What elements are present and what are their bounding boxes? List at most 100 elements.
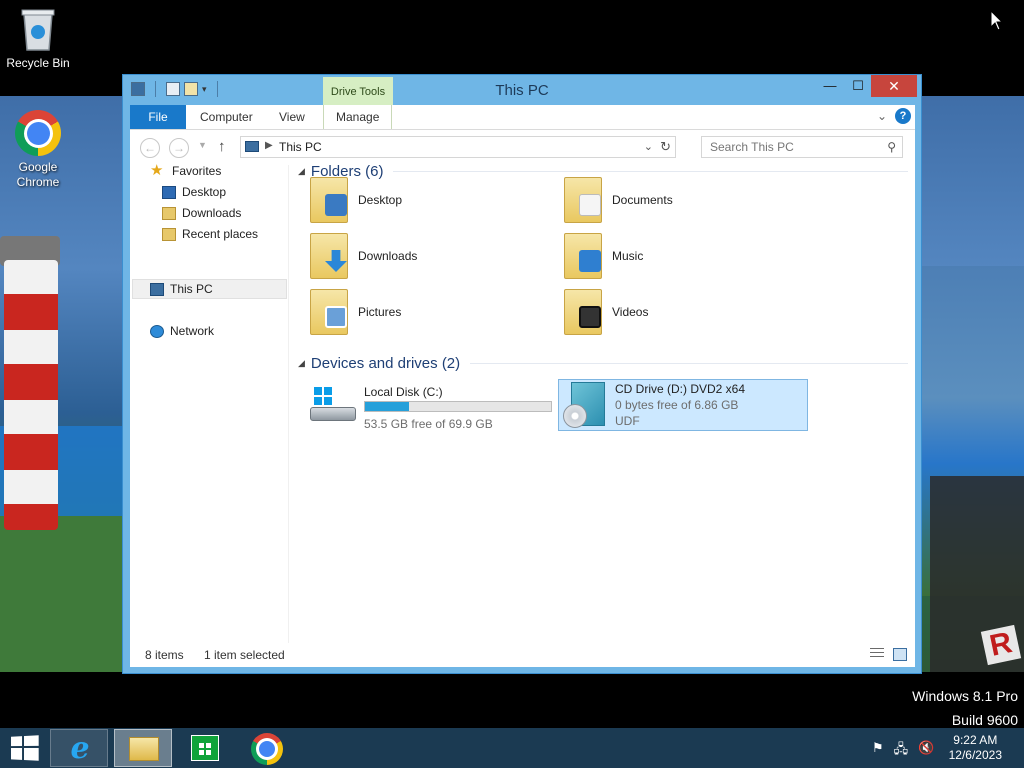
ribbon-tabs: File Computer View Manage ⌄ ? — [130, 105, 915, 129]
expand-ribbon-icon[interactable]: ⌄ — [877, 109, 887, 123]
maximize-button[interactable]: ☐ — [845, 75, 871, 97]
navigation-bar: ← → ▼ ↑ ▶ This PC ⌄ ↻ Search This PC ⚲ — [130, 129, 915, 165]
wallpaper-land — [0, 516, 124, 672]
collapse-triangle-icon[interactable]: ◢ — [298, 358, 305, 369]
drive-item-c[interactable]: Local Disk (C:) 53.5 GB free of 69.9 GB — [304, 379, 554, 431]
cd-drive-icon — [563, 382, 607, 428]
pc-icon — [245, 141, 259, 152]
start-button[interactable] — [11, 735, 39, 761]
drive-usage-bar — [364, 401, 552, 412]
taskbar-chrome[interactable] — [238, 729, 296, 767]
downloads-icon — [162, 206, 176, 220]
pane-divider[interactable] — [288, 165, 289, 643]
folder-item-downloads[interactable]: Downloads — [310, 231, 417, 281]
desktop-icon-chrome[interactable]: Google Chrome — [0, 110, 76, 190]
sidebar-item-recent-places[interactable]: Recent places — [162, 224, 258, 244]
mouse-cursor-icon — [990, 10, 1004, 31]
explorer-window[interactable]: ▾ Drive Tools This PC — ☐ ✕ File Compute… — [122, 74, 922, 674]
chrome-icon — [251, 733, 283, 765]
refresh-icon[interactable]: ↻ — [660, 139, 671, 155]
pc-icon — [150, 282, 164, 296]
details-view-icon[interactable] — [870, 648, 884, 660]
taskbar-file-explorer[interactable] — [114, 729, 172, 767]
network-status-icon[interactable]: 🖧 — [894, 740, 909, 762]
sidebar-item-network[interactable]: Network — [150, 321, 214, 341]
sidebar-item-favorites[interactable]: ★ Favorites — [150, 161, 221, 181]
back-button[interactable]: ← — [140, 138, 160, 158]
tiles-view-icon[interactable] — [893, 648, 907, 661]
desktop-folder-icon — [310, 177, 348, 223]
store-icon — [191, 735, 219, 761]
properties-icon[interactable] — [166, 82, 180, 96]
tab-computer[interactable]: Computer — [188, 105, 265, 129]
desktop-icon — [162, 185, 176, 199]
tab-view[interactable]: View — [267, 105, 317, 129]
selection-count: 1 item selected — [204, 648, 285, 662]
pictures-folder-icon — [310, 289, 348, 335]
watermark-edition: Windows 8.1 Pro — [912, 688, 1018, 704]
clock[interactable]: 9:22 AM 12/6/2023 — [949, 733, 1002, 763]
drive-item-d[interactable]: CD Drive (D:) DVD2 x64 0 bytes free of 6… — [558, 379, 808, 431]
qat-customize-icon[interactable]: ▾ — [202, 84, 207, 95]
drive-name: CD Drive (D:) DVD2 x64 — [615, 382, 746, 396]
folder-item-music[interactable]: Music — [564, 231, 643, 281]
address-dropdown-icon[interactable]: ⌄ — [644, 140, 653, 153]
tab-file[interactable]: File — [130, 105, 186, 129]
content-area: ★ Favorites Desktop Downloads Recent pla… — [130, 163, 915, 643]
folder-label: Downloads — [358, 249, 418, 263]
breadcrumb-chevron-icon[interactable]: ▶ — [265, 140, 273, 151]
group-header-devices[interactable]: ◢ Devices and drives (2) — [298, 355, 908, 372]
new-folder-icon[interactable] — [184, 82, 198, 96]
action-center-flag-icon[interactable]: ⚑ — [872, 740, 884, 762]
sidebar-item-label: Recent places — [182, 227, 259, 241]
sidebar-item-label: Network — [170, 324, 215, 338]
recent-locations-chevron-icon[interactable]: ▼ — [198, 140, 207, 150]
folder-label: Documents — [612, 193, 673, 207]
collapse-triangle-icon[interactable]: ◢ — [298, 166, 305, 177]
taskbar-internet-explorer[interactable]: e — [50, 729, 108, 767]
drive-filesystem: UDF — [615, 414, 640, 428]
sidebar-item-label: Favorites — [172, 164, 222, 178]
drive-usage-fill — [365, 402, 409, 411]
group-divider — [470, 363, 908, 364]
pc-icon[interactable] — [131, 82, 145, 96]
volume-muted-icon[interactable]: 🔇 — [918, 740, 934, 762]
sidebar-item-this-pc[interactable]: This PC — [150, 279, 213, 299]
network-icon — [150, 324, 164, 338]
title-bar[interactable]: ▾ Drive Tools This PC — ☐ ✕ — [123, 75, 921, 105]
minimize-button[interactable]: — — [817, 75, 843, 97]
hard-drive-icon — [310, 387, 356, 423]
search-input[interactable]: Search This PC ⚲ — [701, 136, 903, 158]
qat-separator — [216, 81, 218, 97]
ribbon-right-controls: ⌄ ? — [877, 108, 911, 124]
help-icon[interactable]: ? — [895, 108, 911, 124]
videos-folder-icon — [564, 289, 602, 335]
tab-manage[interactable]: Manage — [323, 105, 393, 129]
drive-free-space: 0 bytes free of 6.86 GB — [615, 398, 739, 412]
search-icon[interactable]: ⚲ — [887, 140, 896, 154]
clock-date: 12/6/2023 — [948, 748, 1002, 762]
sidebar-item-downloads[interactable]: Downloads — [162, 203, 241, 223]
downloads-folder-icon — [310, 233, 348, 279]
up-button[interactable]: ↑ — [218, 138, 226, 155]
folder-item-desktop[interactable]: Desktop — [310, 175, 402, 225]
item-count: 8 items — [145, 648, 184, 662]
recycle-bin-icon — [20, 6, 56, 52]
taskbar-store[interactable] — [176, 729, 234, 767]
drive-tools-context-tab[interactable]: Drive Tools — [323, 77, 393, 105]
sidebar-item-label: Desktop — [182, 185, 227, 199]
close-button[interactable]: ✕ — [871, 75, 917, 97]
desktop-icon-recycle-bin[interactable]: Recycle Bin — [0, 6, 76, 71]
folder-item-videos[interactable]: Videos — [564, 287, 648, 337]
internet-explorer-icon: e — [70, 731, 90, 766]
taskbar: e ⚑ 🖧 🔇 9:22 AM 12/6/2023 — [0, 728, 1024, 768]
address-bar[interactable]: ▶ This PC ⌄ ↻ — [240, 136, 676, 158]
wallpaper-lighthouse — [4, 260, 58, 530]
forward-button[interactable]: → — [169, 138, 189, 158]
sidebar-item-desktop[interactable]: Desktop — [162, 182, 226, 202]
quick-access-toolbar: ▾ — [131, 81, 224, 97]
folder-label: Desktop — [358, 193, 403, 207]
breadcrumb[interactable]: This PC — [279, 140, 322, 154]
folder-item-pictures[interactable]: Pictures — [310, 287, 401, 337]
folder-item-documents[interactable]: Documents — [564, 175, 673, 225]
